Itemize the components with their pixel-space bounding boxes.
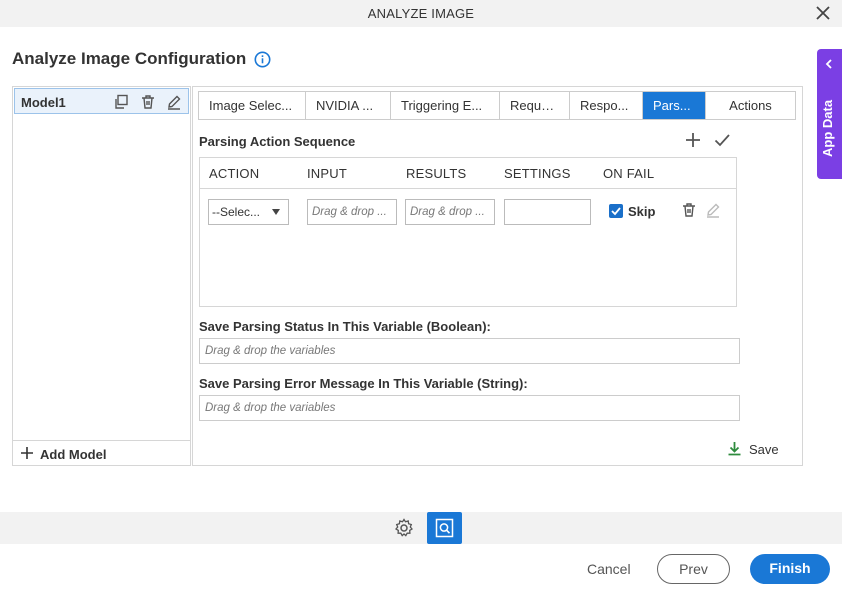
column-header-results: RESULTS (406, 166, 467, 181)
edit-icon[interactable] (166, 94, 182, 110)
bottom-toolbar (0, 512, 842, 544)
window-title: ANALYZE IMAGE (367, 6, 475, 21)
model-name: Model1 (21, 95, 66, 110)
finish-button[interactable]: Finish (750, 554, 830, 584)
prev-button[interactable]: Prev (657, 554, 730, 584)
column-header-settings: SETTINGS (504, 166, 571, 181)
trash-icon[interactable] (140, 94, 156, 110)
tab-image-selection[interactable]: Image Selec... (199, 92, 306, 119)
cancel-button[interactable]: Cancel (587, 561, 631, 577)
duplicate-icon[interactable] (113, 94, 129, 110)
edit-icon[interactable] (705, 202, 721, 218)
tab-bar: Image Selec... NVIDIA ... Triggering E..… (198, 91, 796, 120)
caret-down-icon (272, 209, 280, 215)
tab-request[interactable]: Reque... (500, 92, 570, 119)
info-icon[interactable] (254, 51, 271, 68)
results-drop-field[interactable]: Drag & drop ... (405, 199, 495, 225)
trash-icon[interactable] (681, 202, 697, 218)
image-search-icon (435, 518, 454, 538)
tab-response[interactable]: Respo... (570, 92, 643, 119)
gear-icon[interactable] (394, 518, 414, 538)
error-variable-label: Save Parsing Error Message In This Varia… (199, 376, 528, 391)
column-header-on-fail: ON FAIL (603, 166, 655, 181)
tab-parsing[interactable]: Pars... (643, 92, 706, 119)
download-save-icon (728, 442, 741, 456)
tab-actions[interactable]: Actions (706, 92, 795, 119)
action-select[interactable]: --Selec... (208, 199, 289, 225)
error-variable-input[interactable]: Drag & drop the variables (199, 395, 740, 421)
model-list-panel: Model1 Add Model (12, 86, 191, 466)
tab-triggering-events[interactable]: Triggering E... (391, 92, 500, 119)
app-data-label: App Data (820, 99, 835, 157)
input-drop-field[interactable]: Drag & drop ... (307, 199, 397, 225)
plus-icon (21, 447, 33, 459)
add-icon[interactable] (684, 131, 702, 149)
title-bar: ANALYZE IMAGE (0, 0, 842, 27)
app-data-panel-toggle[interactable]: App Data (817, 49, 842, 179)
skip-label: Skip (628, 204, 656, 219)
page-title: Analyze Image Configuration (12, 49, 247, 68)
column-header-input: INPUT (307, 166, 347, 181)
chevron-left-icon (825, 59, 832, 69)
grid-header: ACTION INPUT RESULTS SETTINGS ON FAIL (200, 158, 736, 189)
close-icon[interactable] (814, 4, 832, 22)
model-item[interactable]: Model1 (14, 88, 189, 114)
parsing-section-title: Parsing Action Sequence (199, 134, 356, 149)
settings-input[interactable] (504, 199, 591, 225)
status-variable-label: Save Parsing Status In This Variable (Bo… (199, 319, 491, 334)
column-header-action: ACTION (209, 166, 260, 181)
parsing-action-grid: ACTION INPUT RESULTS SETTINGS ON FAIL --… (199, 157, 737, 307)
add-model-button[interactable]: Add Model (13, 440, 190, 465)
action-select-value: --Selec... (212, 205, 261, 219)
save-label: Save (749, 442, 779, 457)
checkmark-icon[interactable] (713, 131, 731, 149)
tab-nvidia[interactable]: NVIDIA ... (306, 92, 391, 119)
add-model-label: Add Model (40, 447, 107, 462)
status-variable-input[interactable]: Drag & drop the variables (199, 338, 740, 364)
skip-checkbox[interactable] (609, 204, 623, 218)
checkbox-check-icon (611, 207, 621, 216)
preview-button[interactable] (427, 512, 462, 544)
